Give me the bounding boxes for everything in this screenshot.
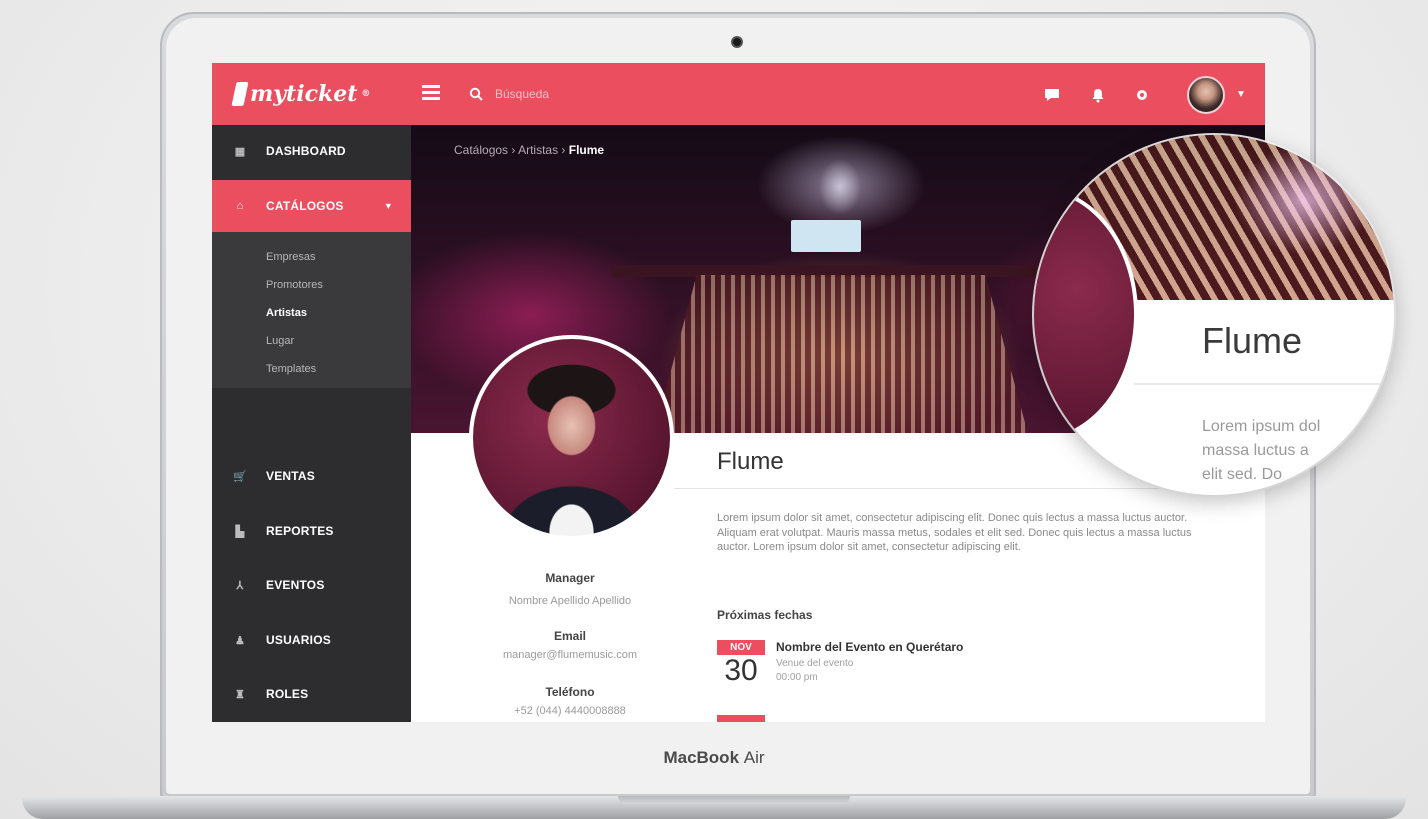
breadcrumb-separator: › [511, 143, 516, 157]
manager-value: Nombre Apellido Apellido [508, 595, 632, 607]
sidebar-item-catalogos[interactable]: ⌂ CATÁLOGOS ▼ [212, 180, 411, 232]
app-logo[interactable]: myticket ® [231, 81, 371, 107]
search-input[interactable] [495, 83, 695, 105]
menu-icon[interactable] [422, 85, 440, 101]
subnav-item-promotores[interactable]: Promotores [266, 279, 323, 291]
magnified-divider [1134, 383, 1394, 385]
bell-icon[interactable] [1090, 87, 1106, 103]
magnified-bio-line: Lorem ipsum dol [1202, 418, 1321, 435]
sidebar-item-label: EVENTOS [266, 578, 325, 592]
chevron-down-icon: ▼ [383, 201, 393, 211]
top-bar: myticket® ▼ [212, 63, 1265, 125]
event-month: NOV [717, 640, 765, 655]
zoom-magnifier: Flume Lorem ipsum dol massa luctus a eli… [1034, 135, 1394, 495]
event-month-next [717, 715, 765, 722]
avatar[interactable] [1187, 76, 1225, 114]
email-value[interactable]: manager@flumemusic.com [470, 649, 670, 661]
phone-value: +52 (044) 4440008888 [514, 705, 626, 717]
sidebar-item-ventas[interactable]: 🛒 VENTAS [212, 450, 411, 502]
roles-icon: ♜ [234, 688, 246, 701]
dj-laptop [791, 220, 861, 252]
upcoming-dates-title: Próximas fechas [717, 608, 813, 622]
magnified-bio-line: massa luctus a [1202, 442, 1309, 459]
breadcrumb-current: Flume [568, 143, 605, 157]
artist-bio: Lorem ipsum dolor sit amet, consectetur … [717, 512, 1192, 553]
breadcrumb-separator: › [561, 143, 566, 157]
logo-registered-mark: ® [361, 89, 371, 99]
chat-icon[interactable] [1044, 87, 1060, 103]
camera-icon [731, 36, 743, 48]
magnified-light-glow [1234, 145, 1374, 255]
subnav-catalogos: Empresas Promotores Artistas Lugar Templ… [212, 232, 411, 388]
artist-name: Flume [717, 448, 784, 475]
sidebar-item-label: VENTAS [266, 469, 315, 483]
cart-icon: 🛒 [233, 470, 247, 483]
subnav-item-artistas[interactable]: Artistas [266, 307, 307, 319]
breadcrumb-catalogos[interactable]: Catálogos [454, 143, 508, 157]
sidebar-item-usuarios[interactable]: ♟ USUARIOS [212, 614, 411, 666]
sidebar-item-dashboard[interactable]: ▦ DASHBOARD [212, 125, 411, 177]
sidebar-item-eventos[interactable]: ⅄ EVENTOS [212, 559, 411, 611]
event-name[interactable]: Nombre del Evento en Querétaro [776, 640, 963, 654]
event-time: 00:00 pm [776, 672, 818, 683]
sidebar-item-reportes[interactable]: ▙ REPORTES [212, 505, 411, 557]
phone-label: Teléfono [545, 685, 595, 699]
logo-mark-icon [231, 82, 249, 106]
manager-label: Manager [545, 571, 595, 585]
breadcrumb: Catálogos › Artistas › Flume [454, 143, 604, 157]
event-venue: Venue del evento [776, 658, 854, 669]
event-icon: ⅄ [236, 579, 244, 592]
stage-lights [651, 275, 1031, 433]
magnified-artist-name: Flume [1202, 320, 1303, 361]
magnified-artist-bio: Lorem ipsum dol massa luctus a elit sed.… [1202, 415, 1372, 487]
sidebar: ▦ DASHBOARD ⌂ CATÁLOGOS ▼ Empresas Promo… [212, 125, 411, 722]
sidebar-item-label: CATÁLOGOS [266, 199, 344, 213]
gear-icon[interactable] [1134, 87, 1150, 103]
laptop-notch [618, 796, 850, 804]
sidebar-item-label: ROLES [266, 687, 309, 701]
home-icon: ⌂ [236, 200, 244, 212]
email-label: Email [553, 629, 586, 643]
laptop-brand-label: MacBook Air [663, 748, 765, 767]
artist-avatar [469, 335, 674, 540]
breadcrumb-artistas[interactable]: Artistas [518, 143, 558, 157]
user-icon: ♟ [234, 634, 246, 647]
chart-icon: ▙ [235, 525, 245, 538]
subnav-item-templates[interactable]: Templates [266, 363, 316, 375]
search-icon[interactable] [469, 87, 483, 101]
sidebar-item-label: DASHBOARD [266, 144, 346, 158]
dashboard-icon: ▦ [234, 145, 246, 158]
magnified-bio-line: elit sed. Do [1202, 466, 1283, 483]
logo-text: myticket [250, 81, 358, 107]
subnav-item-empresas[interactable]: Empresas [266, 251, 316, 263]
sidebar-item-label: REPORTES [266, 524, 334, 538]
subnav-item-lugar[interactable]: Lugar [266, 335, 294, 347]
chevron-down-icon[interactable]: ▼ [1236, 89, 1246, 100]
sidebar-item-roles[interactable]: ♜ ROLES [212, 668, 411, 720]
sidebar-item-label: USUARIOS [266, 633, 331, 647]
event-day: 30 [724, 654, 758, 687]
